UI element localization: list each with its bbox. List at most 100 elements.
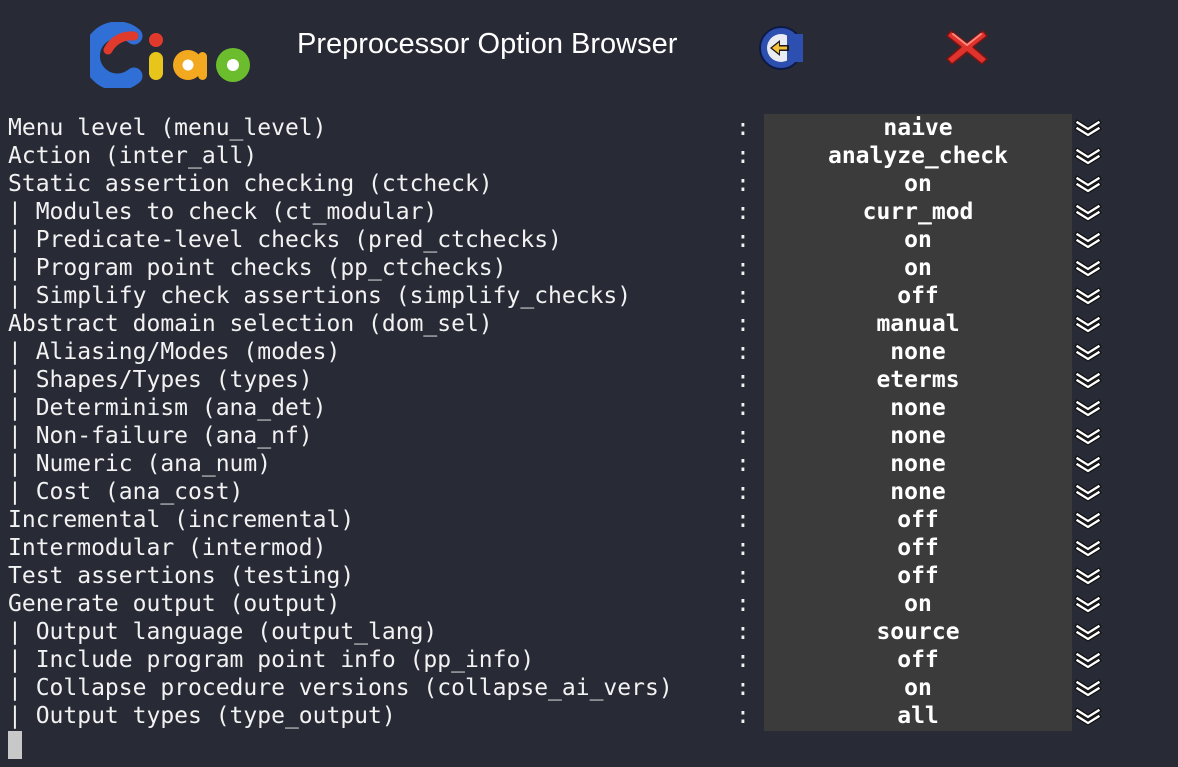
option-separator: : xyxy=(736,591,750,617)
option-row-13: | Cost (ana_cost) : none xyxy=(0,478,1178,506)
double-chevron-down-icon[interactable] xyxy=(1074,678,1102,698)
option-separator: : xyxy=(736,171,750,197)
option-label: Incremental (incremental) xyxy=(8,507,355,533)
option-value[interactable]: on xyxy=(764,674,1072,702)
option-row-9: | Shapes/Types (types) : eterms xyxy=(0,366,1178,394)
option-label: | Numeric (ana_num) xyxy=(8,451,272,477)
option-row-15: Intermodular (intermod) : off xyxy=(0,534,1178,562)
option-separator: : xyxy=(736,703,750,729)
option-value[interactable]: off xyxy=(764,562,1072,590)
option-separator: : xyxy=(736,199,750,225)
option-label: | Output language (output_lang) xyxy=(8,619,438,645)
option-value[interactable]: none xyxy=(764,338,1072,366)
header-bar: Preprocessor Option Browser xyxy=(0,0,1178,100)
option-label: | Program point checks (pp_ctchecks) xyxy=(8,255,507,281)
option-label: Menu level (menu_level) xyxy=(8,115,327,141)
option-value[interactable]: none xyxy=(764,478,1072,506)
option-value[interactable]: on xyxy=(764,254,1072,282)
option-value[interactable]: on xyxy=(764,170,1072,198)
option-value[interactable]: on xyxy=(764,226,1072,254)
double-chevron-down-icon[interactable] xyxy=(1074,258,1102,278)
option-value[interactable]: none xyxy=(764,422,1072,450)
option-separator: : xyxy=(736,619,750,645)
double-chevron-down-icon[interactable] xyxy=(1074,426,1102,446)
double-chevron-down-icon[interactable] xyxy=(1074,202,1102,222)
option-label: | Include program point info (pp_info) xyxy=(8,647,535,673)
option-value[interactable]: source xyxy=(764,618,1072,646)
option-value[interactable]: none xyxy=(764,394,1072,422)
option-row-0: Menu level (menu_level) : naive xyxy=(0,114,1178,142)
option-label: Abstract domain selection (dom_sel) xyxy=(8,311,493,337)
double-chevron-down-icon[interactable] xyxy=(1074,342,1102,362)
option-separator: : xyxy=(736,563,750,589)
double-chevron-down-icon[interactable] xyxy=(1074,482,1102,502)
option-separator: : xyxy=(736,451,750,477)
option-row-17: Generate output (output) : on xyxy=(0,590,1178,618)
option-value[interactable]: off xyxy=(764,646,1072,674)
option-separator: : xyxy=(736,255,750,281)
option-separator: : xyxy=(736,395,750,421)
option-value[interactable]: all xyxy=(764,702,1072,730)
option-label: | Non-failure (ana_nf) xyxy=(8,423,313,449)
double-chevron-down-icon[interactable] xyxy=(1074,538,1102,558)
option-value[interactable]: none xyxy=(764,450,1072,478)
option-separator: : xyxy=(736,647,750,673)
double-chevron-down-icon[interactable] xyxy=(1074,230,1102,250)
option-label: Generate output (output) xyxy=(8,591,341,617)
option-list: Menu level (menu_level) : naive Action (… xyxy=(0,114,1178,730)
option-row-2: Static assertion checking (ctcheck) : on xyxy=(0,170,1178,198)
window-title: Preprocessor Option Browser xyxy=(297,28,678,60)
option-value[interactable]: analyze_check xyxy=(764,142,1072,170)
double-chevron-down-icon[interactable] xyxy=(1074,566,1102,586)
option-separator: : xyxy=(736,339,750,365)
option-separator: : xyxy=(736,311,750,337)
double-chevron-down-icon[interactable] xyxy=(1074,706,1102,726)
option-row-18: | Output language (output_lang) : source xyxy=(0,618,1178,646)
option-value[interactable]: eterms xyxy=(764,366,1072,394)
option-value[interactable]: naive xyxy=(764,114,1072,142)
double-chevron-down-icon[interactable] xyxy=(1074,622,1102,642)
option-separator: : xyxy=(736,115,750,141)
option-value[interactable]: curr_mod xyxy=(764,198,1072,226)
double-chevron-down-icon[interactable] xyxy=(1074,510,1102,530)
double-chevron-down-icon[interactable] xyxy=(1074,398,1102,418)
double-chevron-down-icon[interactable] xyxy=(1074,650,1102,670)
option-row-20: | Collapse procedure versions (collapse_… xyxy=(0,674,1178,702)
option-row-21: | Output types (type_output) : all xyxy=(0,702,1178,730)
option-row-4: | Predicate-level checks (pred_ctchecks)… xyxy=(0,226,1178,254)
double-chevron-down-icon[interactable] xyxy=(1074,286,1102,306)
option-label: Static assertion checking (ctcheck) xyxy=(8,171,493,197)
option-label: | Shapes/Types (types) xyxy=(8,367,313,393)
option-value[interactable]: off xyxy=(764,506,1072,534)
double-chevron-down-icon[interactable] xyxy=(1074,370,1102,390)
option-label: | Simplify check assertions (simplify_ch… xyxy=(8,283,632,309)
option-value[interactable]: on xyxy=(764,590,1072,618)
double-chevron-down-icon[interactable] xyxy=(1074,314,1102,334)
option-value[interactable]: manual xyxy=(764,310,1072,338)
double-chevron-down-icon[interactable] xyxy=(1074,174,1102,194)
double-chevron-down-icon[interactable] xyxy=(1074,146,1102,166)
option-separator: : xyxy=(736,143,750,169)
option-value[interactable]: off xyxy=(764,282,1072,310)
option-value[interactable]: off xyxy=(764,534,1072,562)
option-separator: : xyxy=(736,507,750,533)
option-label: Test assertions (testing) xyxy=(8,563,355,589)
double-chevron-down-icon[interactable] xyxy=(1074,454,1102,474)
option-label: Action (inter_all) xyxy=(8,143,258,169)
ciao-back-icon[interactable] xyxy=(756,24,806,72)
option-row-19: | Include program point info (pp_info) :… xyxy=(0,646,1178,674)
option-label: | Determinism (ana_det) xyxy=(8,395,327,421)
close-icon[interactable] xyxy=(944,26,990,68)
double-chevron-down-icon[interactable] xyxy=(1074,118,1102,138)
option-row-1: Action (inter_all) : analyze_check xyxy=(0,142,1178,170)
double-chevron-down-icon[interactable] xyxy=(1074,594,1102,614)
option-label: | Collapse procedure versions (collapse_… xyxy=(8,675,673,701)
option-separator: : xyxy=(736,227,750,253)
option-row-6: | Simplify check assertions (simplify_ch… xyxy=(0,282,1178,310)
option-separator: : xyxy=(736,423,750,449)
ciao-logo xyxy=(90,22,250,88)
option-separator: : xyxy=(736,367,750,393)
option-row-8: | Aliasing/Modes (modes) : none xyxy=(0,338,1178,366)
option-row-12: | Numeric (ana_num) : none xyxy=(0,450,1178,478)
option-separator: : xyxy=(736,283,750,309)
